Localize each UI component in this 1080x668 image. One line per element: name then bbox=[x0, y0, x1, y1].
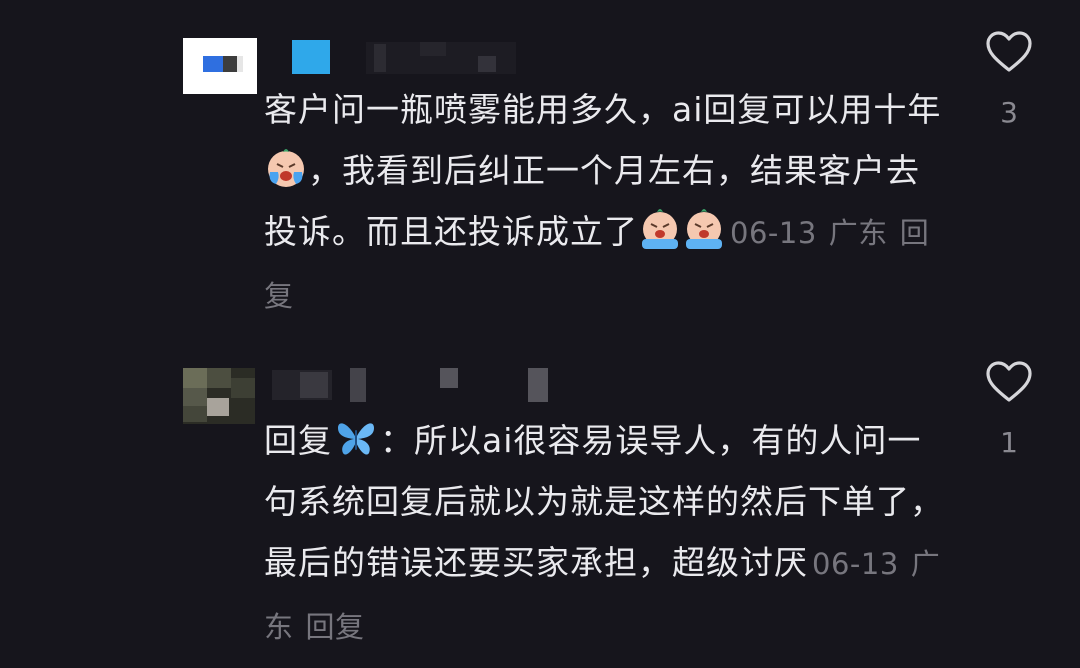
username-blurred[interactable] bbox=[292, 40, 522, 80]
butterfly-icon bbox=[338, 423, 374, 455]
username-blur-image bbox=[272, 368, 548, 402]
reply-button[interactable]: 回复 bbox=[306, 610, 365, 644]
crying-emoji-icon bbox=[268, 149, 304, 187]
like-button[interactable]: 1 bbox=[980, 360, 1038, 459]
crying-emoji-icon bbox=[686, 209, 722, 249]
comment-date: 06-13 bbox=[812, 547, 899, 581]
avatar-image bbox=[183, 38, 257, 94]
like-count: 3 bbox=[1000, 96, 1018, 129]
like-count: 1 bbox=[1000, 426, 1018, 459]
comment-date: 06-13 bbox=[730, 216, 817, 250]
username-blur-image bbox=[292, 40, 516, 74]
heart-outline-icon bbox=[986, 361, 1032, 402]
comment-body: 客户问一瓶喷雾能用多久，ai回复可以用十年 ，我看到后纠正一个月左右，结果客户去… bbox=[264, 79, 944, 327]
comment-text-part1: 客户问一瓶喷雾能用多久，ai回复可以用十年 bbox=[264, 90, 942, 129]
avatar[interactable] bbox=[183, 368, 255, 424]
heart-outline-icon bbox=[986, 31, 1032, 72]
username-blurred[interactable] bbox=[272, 366, 562, 406]
crying-emoji-icon bbox=[642, 209, 678, 249]
comment-location: 广东 bbox=[828, 216, 888, 250]
reply-prefix: 回复 bbox=[264, 421, 332, 460]
like-button[interactable]: 3 bbox=[980, 30, 1038, 129]
comment-body: 回复 ：所以ai很容易误导人，有的人问一句系统回复后就以为就是这样的然后下单了，… bbox=[264, 410, 944, 658]
avatar[interactable] bbox=[183, 38, 257, 94]
avatar-image bbox=[183, 368, 255, 424]
